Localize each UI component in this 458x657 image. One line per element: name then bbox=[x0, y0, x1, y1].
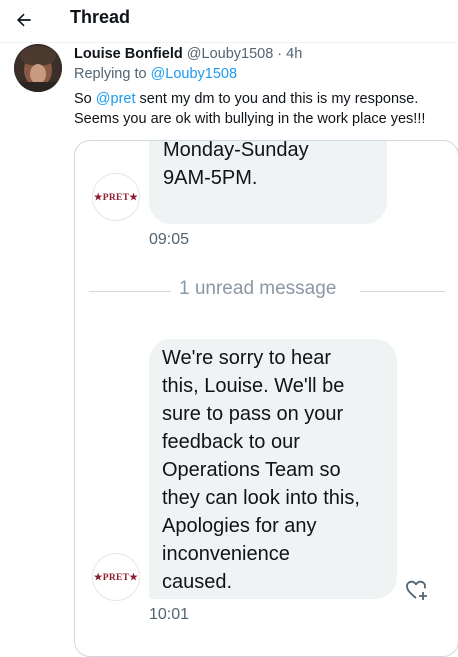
message-line: Operations Team so bbox=[162, 459, 341, 481]
pret-logo-text: ★PRET★ bbox=[93, 192, 139, 203]
tweet-time[interactable]: 4h bbox=[286, 46, 302, 62]
message-bubble-2: We're sorry to hear this, Louise. We'll b… bbox=[149, 339, 397, 599]
message-line: this, Louise. We'll be bbox=[162, 375, 345, 397]
pret-logo: ★PRET★ bbox=[92, 173, 140, 221]
mention-link[interactable]: @pret bbox=[96, 91, 136, 107]
avatar[interactable] bbox=[14, 44, 62, 92]
header-divider bbox=[0, 42, 458, 43]
message-line: Apologies for any bbox=[162, 515, 317, 537]
pret-logo: ★PRET★ bbox=[92, 553, 140, 601]
heart-plus-icon[interactable] bbox=[404, 577, 430, 603]
message-bubble-1: opening hours areMonday-Sunday9AM-5PM. bbox=[149, 140, 387, 224]
message-line: inconvenience bbox=[162, 543, 290, 565]
meta-separator: · bbox=[277, 46, 283, 62]
tweet-text: So @pret sent my dm to you and this is m… bbox=[74, 89, 454, 129]
avatar-image bbox=[14, 44, 62, 92]
tweet-meta: Louise Bonfield @Louby1508 · 4h Replying… bbox=[74, 44, 302, 84]
author-handle[interactable]: @Louby1508 bbox=[187, 46, 273, 62]
message-2-time: 10:01 bbox=[149, 606, 190, 623]
replying-handle-link[interactable]: @Louby1508 bbox=[151, 66, 237, 82]
arrow-left-icon bbox=[17, 13, 31, 27]
back-button[interactable] bbox=[10, 6, 38, 34]
pret-logo-text: ★PRET★ bbox=[93, 572, 139, 583]
unread-divider-right bbox=[360, 291, 445, 292]
dm-screenshot-card[interactable]: opening hours areMonday-Sunday9AM-5PM. ★… bbox=[74, 140, 458, 657]
header: Thread bbox=[0, 0, 458, 40]
unread-label: 1 unread message bbox=[179, 278, 337, 299]
message-1-text: opening hours areMonday-Sunday9AM-5PM. bbox=[163, 140, 324, 192]
replying-label: Replying to bbox=[74, 66, 147, 82]
tweet-text-start: So bbox=[74, 91, 92, 107]
message-2-text: We're sorry to hear this, Louise. We'll b… bbox=[162, 344, 390, 596]
message-line: they can look into this, bbox=[162, 487, 360, 509]
message-line: sure to pass on your bbox=[162, 403, 344, 425]
page-title: Thread bbox=[70, 7, 131, 27]
author-name[interactable]: Louise Bonfield bbox=[74, 46, 183, 62]
message-line: feedback to our bbox=[162, 431, 300, 453]
message-line: caused. bbox=[162, 571, 233, 593]
message-line: 9AM-5PM. bbox=[163, 167, 258, 189]
unread-divider-left bbox=[89, 291, 171, 292]
message-line: We're sorry to hear bbox=[162, 347, 332, 369]
message-1-time: 09:05 bbox=[149, 231, 190, 248]
message-line: Monday-Sunday bbox=[163, 140, 309, 161]
